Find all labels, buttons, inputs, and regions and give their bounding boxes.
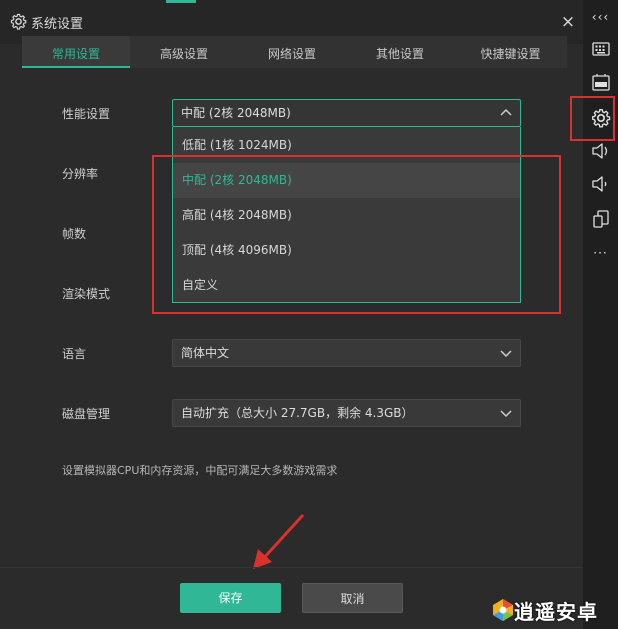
language-label: 语言 xyxy=(62,347,87,361)
more-button[interactable]: ··· xyxy=(583,238,618,268)
more-icon: ··· xyxy=(593,246,608,260)
save-button[interactable]: 保存 xyxy=(180,583,281,613)
collapse-icon: ‹‹‹ xyxy=(591,10,610,24)
watermark-logo: 逍遥安卓 xyxy=(488,594,618,629)
keyboard-icon xyxy=(591,42,610,56)
footer-divider xyxy=(0,567,583,568)
tab-shortcuts[interactable]: 快捷键设置 xyxy=(454,36,567,68)
performance-value: 中配 (2核 2048MB) xyxy=(181,106,291,120)
settings-dialog: 系统设置 × 常用设置 高级设置 网络设置 其他设置 快捷键设置 性能设置 分辨… xyxy=(0,0,583,629)
tab-other[interactable]: 其他设置 xyxy=(346,36,454,68)
chevron-down-icon xyxy=(500,350,512,358)
disk-value: 自动扩充（总大小 27.7GB，剩余 4.3GB） xyxy=(181,406,414,420)
watermark-text: 逍遥安卓 xyxy=(514,600,598,624)
rotate-screen-icon xyxy=(592,210,609,228)
performance-hint: 设置模拟器CPU和内存资源，中配可满足大多数游戏需求 xyxy=(62,464,338,477)
tab-bar: 常用设置 高级设置 网络设置 其他设置 快捷键设置 xyxy=(22,36,567,68)
cancel-button[interactable]: 取消 xyxy=(302,583,403,613)
right-toolbar: ‹‹‹ ··· xyxy=(570,0,618,629)
volume-up-icon xyxy=(591,143,607,159)
resolution-label: 分辨率 xyxy=(62,167,99,181)
tab-network[interactable]: 网络设置 xyxy=(238,36,346,68)
logo-icon xyxy=(493,599,513,621)
tab-advanced[interactable]: 高级设置 xyxy=(130,36,238,68)
apm-button[interactable] xyxy=(583,68,618,98)
language-select[interactable]: 简体中文 xyxy=(172,339,521,367)
collapse-toolbar-button[interactable]: ‹‹‹ xyxy=(583,2,618,32)
performance-label: 性能设置 xyxy=(62,107,111,121)
disk-select[interactable]: 自动扩充（总大小 27.7GB，剩余 4.3GB） xyxy=(172,399,521,427)
fps-label: 帧数 xyxy=(62,227,87,241)
rotate-screen-button[interactable] xyxy=(583,204,618,234)
keyboard-button[interactable] xyxy=(583,34,618,64)
volume-up-button[interactable] xyxy=(583,136,618,166)
volume-down-icon xyxy=(591,176,606,192)
language-value: 简体中文 xyxy=(181,346,230,360)
disk-label: 磁盘管理 xyxy=(62,407,111,421)
red-arrow-icon xyxy=(253,513,305,569)
highlight-box xyxy=(152,155,561,314)
volume-down-button[interactable] xyxy=(583,169,618,199)
dialog-title: 系统设置 xyxy=(31,17,84,32)
render-mode-label: 渲染模式 xyxy=(62,287,111,301)
tab-general[interactable]: 常用设置 xyxy=(22,36,130,68)
chevron-down-icon xyxy=(500,410,512,418)
chevron-up-icon xyxy=(500,108,512,116)
apm-icon xyxy=(591,74,610,91)
close-button[interactable]: × xyxy=(558,12,578,32)
title-accent-bar xyxy=(166,0,196,3)
performance-select[interactable]: 中配 (2核 2048MB) xyxy=(172,99,521,127)
highlight-box-settings xyxy=(570,96,615,141)
gear-icon xyxy=(10,13,27,30)
